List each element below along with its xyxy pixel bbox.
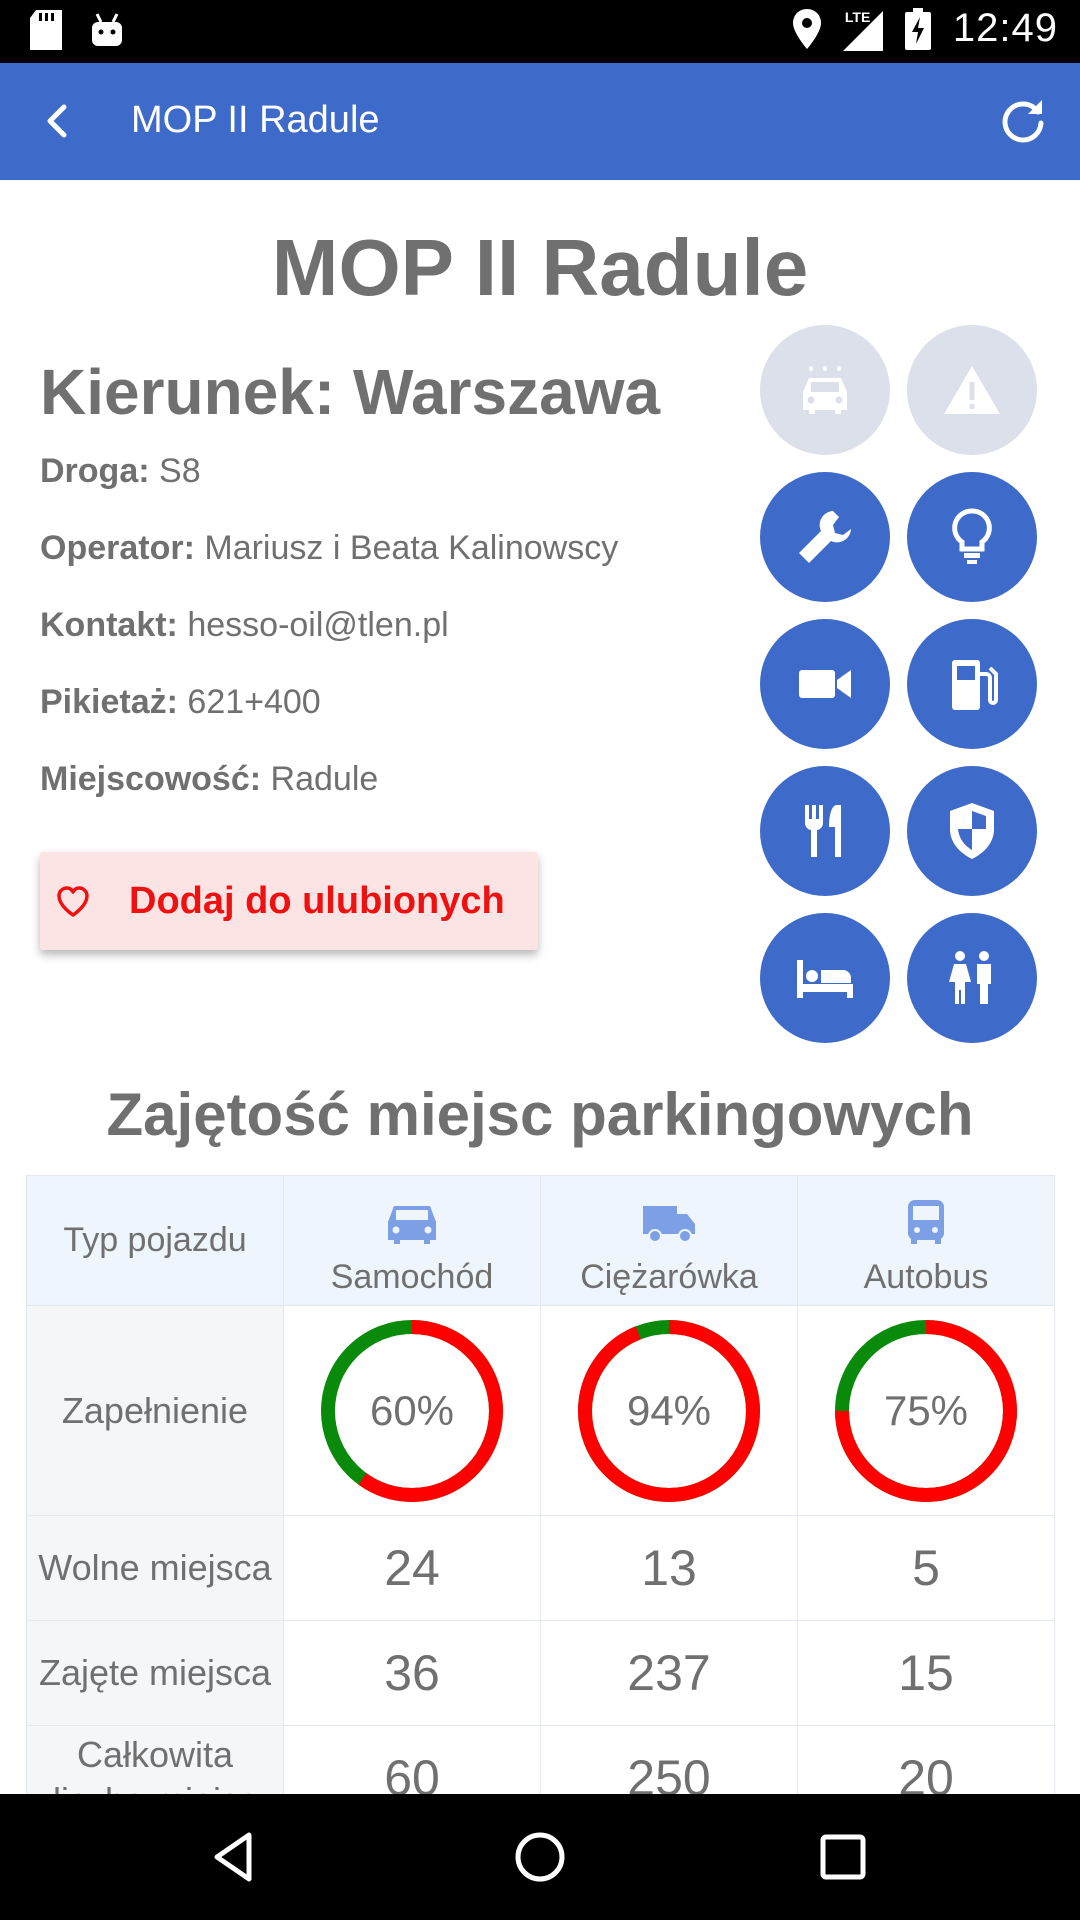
total-truck: 250 <box>540 1725 798 1794</box>
fill-cell-car: 60% <box>283 1305 541 1516</box>
free-truck: 13 <box>540 1515 798 1621</box>
bus-icon <box>908 1200 944 1244</box>
info-road: Droga: S8 <box>40 452 201 491</box>
app-bar-title: MOP II Radule <box>131 99 380 141</box>
info-chainage: Pikietaż: 621+400 <box>40 683 321 722</box>
amenity-car-wash <box>760 325 890 455</box>
vehicle-name-truck: Ciężarówka <box>580 1258 758 1296</box>
free-car: 24 <box>283 1515 541 1621</box>
table-row-fill: Zapełnienie 60% 94% 75% <box>26 1305 1055 1516</box>
table-header-row: Typ pojazdu Samochód Ciężarówka Autobus <box>26 1175 1055 1306</box>
battery-charging-icon <box>904 7 931 50</box>
row-header-fill: Zapełnienie <box>26 1305 284 1516</box>
amenity-fuel <box>907 619 1037 749</box>
info-road-key: Droga: <box>40 452 150 490</box>
lightbulb-icon <box>952 508 992 564</box>
place-name: MOP II Radule <box>271 223 809 312</box>
donut-car: 60% <box>318 1317 506 1505</box>
occupancy-table: Typ pojazdu Samochód Ciężarówka Autobus … <box>26 1175 1055 1794</box>
free-bus: 5 <box>797 1515 1055 1621</box>
amenity-toilets <box>907 913 1037 1043</box>
fill-label-truck: 94% <box>626 1386 712 1434</box>
info-operator-key: Operator: <box>40 529 195 567</box>
car-icon <box>388 1206 436 1244</box>
occupancy-title: Zajętość miejsc parkingowych <box>106 1081 974 1148</box>
wrench-icon <box>799 511 851 563</box>
network-label: LTE <box>844 8 871 25</box>
bed-icon <box>797 960 853 998</box>
row-header-total: Całkowita liczba miejsc <box>26 1725 284 1794</box>
sd-card-icon <box>30 10 62 50</box>
taken-car: 36 <box>283 1620 541 1726</box>
amenity-restaurant <box>760 766 890 896</box>
fill-label-bus: 75% <box>883 1386 969 1434</box>
info-locality: Miejscowość: Radule <box>40 760 378 799</box>
info-operator: Operator: Mariusz i Beata Kalinowscy <box>40 529 618 568</box>
truck-icon <box>643 1206 695 1243</box>
row-header-taken: Zajęte miejsca <box>26 1620 284 1726</box>
amenity-monitoring <box>760 619 890 749</box>
amenity-warning <box>907 325 1037 455</box>
fill-cell-bus: 75% <box>797 1305 1055 1516</box>
back-arrow-icon[interactable] <box>38 99 82 143</box>
car-wash-icon <box>803 366 847 414</box>
info-operator-value: Mariusz i Beata Kalinowscy <box>204 529 619 567</box>
content: MOP II Radule Kierunek: Warszawa Droga: … <box>0 180 1080 1794</box>
fill-cell-truck: 94% <box>540 1305 798 1516</box>
warning-icon <box>944 366 1000 414</box>
amenity-hotel <box>760 913 890 1043</box>
vehicle-header-truck: Ciężarówka <box>540 1175 798 1306</box>
info-chainage-key: Pikietaż: <box>40 683 178 721</box>
info-locality-value: Radule <box>270 760 379 798</box>
amenity-service <box>760 472 890 602</box>
donut-truck: 94% <box>575 1317 763 1505</box>
amenity-security <box>907 766 1037 896</box>
status-bar: LTE 12:49 <box>0 0 1080 63</box>
shield-icon <box>950 803 994 859</box>
nav-back-icon[interactable] <box>205 1827 265 1887</box>
refresh-icon[interactable] <box>998 96 1048 146</box>
toilet-icon <box>949 951 991 1004</box>
total-bus: 20 <box>797 1725 1055 1794</box>
nav-home-icon[interactable] <box>510 1827 570 1887</box>
nav-recents-icon[interactable] <box>813 1827 873 1887</box>
direction: Kierunek: Warszawa <box>40 356 661 428</box>
app-bar: MOP II Radule <box>0 63 1080 180</box>
add-to-favorites-button[interactable]: Dodaj do ulubionych <box>40 852 538 950</box>
amenity-lighting <box>907 472 1037 602</box>
vehicle-header-car: Samochód <box>283 1175 541 1306</box>
clock: 12:49 <box>952 6 1058 50</box>
vehicle-name-bus: Autobus <box>863 1258 989 1296</box>
info-locality-key: Miejscowość: <box>40 760 262 798</box>
row-header-type: Typ pojazdu <box>26 1175 284 1306</box>
restaurant-icon <box>804 805 841 857</box>
info-road-value: S8 <box>159 452 201 490</box>
add-to-favorites-label: Dodaj do ulubionych <box>129 880 505 922</box>
taken-truck: 237 <box>540 1620 798 1726</box>
location-icon <box>792 8 821 49</box>
android-icon <box>92 13 122 46</box>
info-contact-value[interactable]: hesso-oil@tlen.pl <box>187 606 448 644</box>
table-row-taken: Zajęte miejsca 36 237 15 <box>26 1620 1055 1726</box>
fuel-icon <box>952 660 998 710</box>
lte-signal-icon: LTE <box>842 7 883 51</box>
donut-bus: 75% <box>832 1317 1020 1505</box>
navigation-bar <box>0 1794 1080 1920</box>
table-row-free: Wolne miejsca 24 13 5 <box>26 1515 1055 1621</box>
vehicle-header-bus: Autobus <box>797 1175 1055 1306</box>
screen: LTE 12:49 MOP II Radule MOP II Radule Ki… <box>0 0 1080 1920</box>
vehicle-name-car: Samochód <box>330 1258 494 1296</box>
info-contact: Kontakt: hesso-oil@tlen.pl <box>40 606 449 645</box>
table-row-total: Całkowita liczba miejsc 60 250 20 <box>26 1725 1055 1794</box>
total-car: 60 <box>283 1725 541 1794</box>
info-chainage-value: 621+400 <box>187 683 321 721</box>
taken-bus: 15 <box>797 1620 1055 1726</box>
heart-icon <box>57 886 89 917</box>
fill-label-car: 60% <box>369 1386 455 1434</box>
info-contact-key: Kontakt: <box>40 606 178 644</box>
row-header-free: Wolne miejsca <box>26 1515 284 1621</box>
camera-icon <box>799 670 851 698</box>
